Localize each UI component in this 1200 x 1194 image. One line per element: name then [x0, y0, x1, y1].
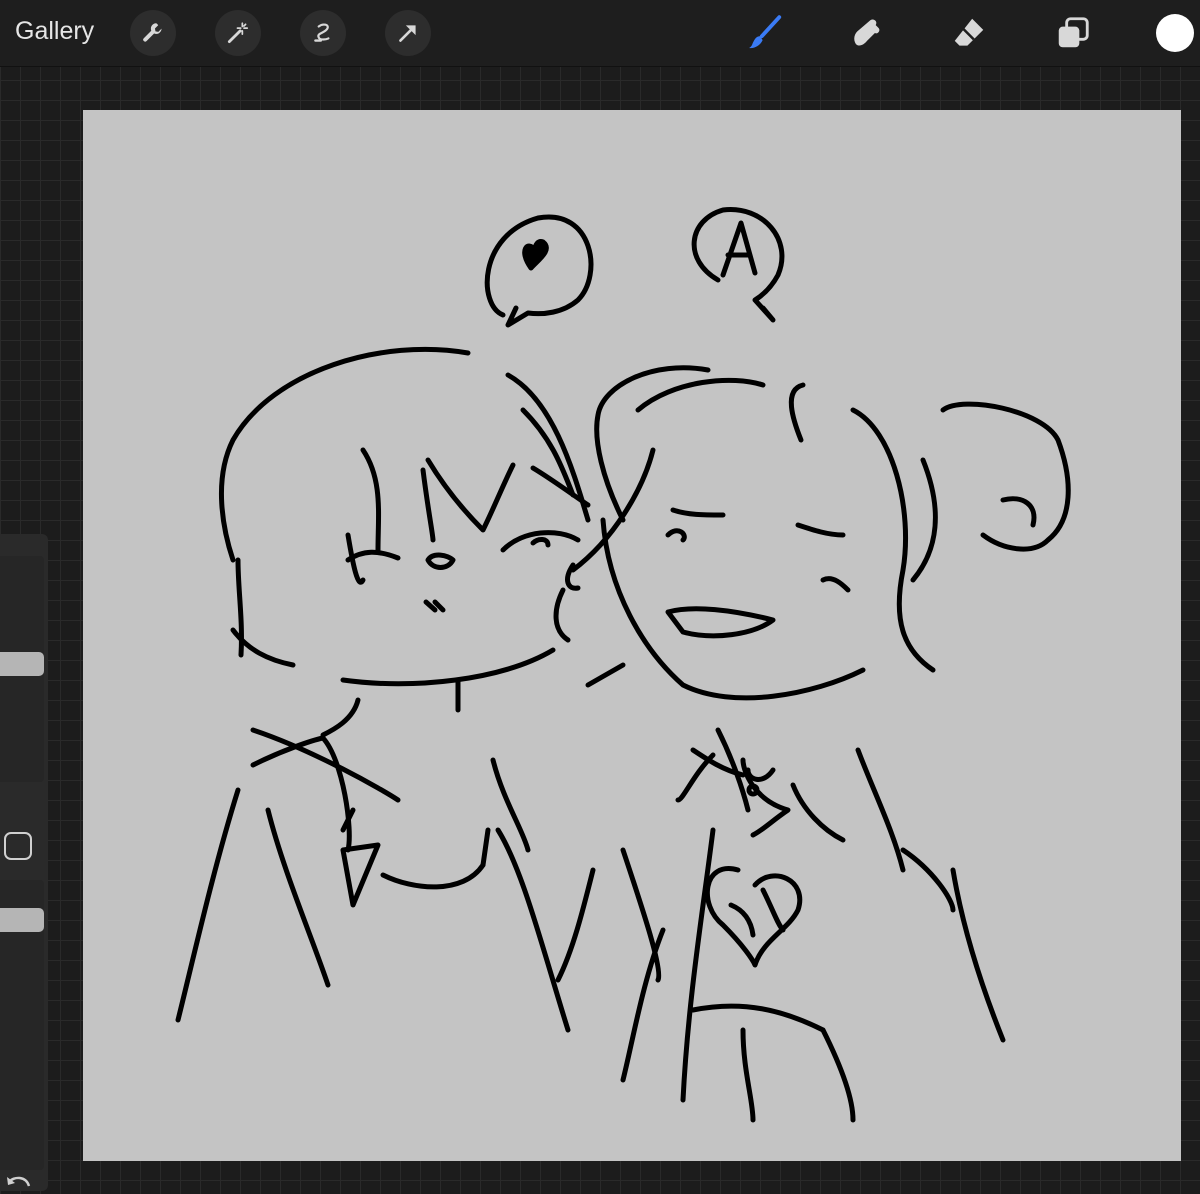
- side-panel: [0, 534, 48, 1191]
- sketch-artwork: [175, 207, 1071, 1123]
- color-swatch[interactable]: [1156, 14, 1194, 52]
- selection-button[interactable]: [300, 10, 346, 56]
- layers-icon: [1058, 17, 1089, 48]
- transform-button[interactable]: [385, 10, 431, 56]
- magic-wand-icon: [227, 22, 249, 44]
- top-toolbar: Gallery: [0, 0, 1200, 67]
- eraser-tool[interactable]: [948, 12, 990, 54]
- wrench-icon: [143, 23, 162, 42]
- selection-icon: [314, 23, 330, 42]
- brush-size-handle[interactable]: [0, 652, 44, 676]
- drawing-canvas[interactable]: [83, 110, 1181, 1161]
- modify-button[interactable]: [4, 832, 32, 860]
- opacity-handle[interactable]: [0, 908, 44, 932]
- smudge-icon: [854, 19, 880, 46]
- actions-button[interactable]: [130, 10, 176, 56]
- undo-icon[interactable]: [4, 1174, 34, 1194]
- layers-tool[interactable]: [1052, 12, 1094, 54]
- eraser-icon: [954, 18, 984, 46]
- gallery-button[interactable]: Gallery: [15, 17, 94, 46]
- smudge-tool[interactable]: [846, 12, 888, 54]
- brush-tool[interactable]: [744, 12, 786, 54]
- transform-arrow-icon: [399, 25, 416, 42]
- brush-icon: [749, 15, 782, 49]
- adjustments-button[interactable]: [215, 10, 261, 56]
